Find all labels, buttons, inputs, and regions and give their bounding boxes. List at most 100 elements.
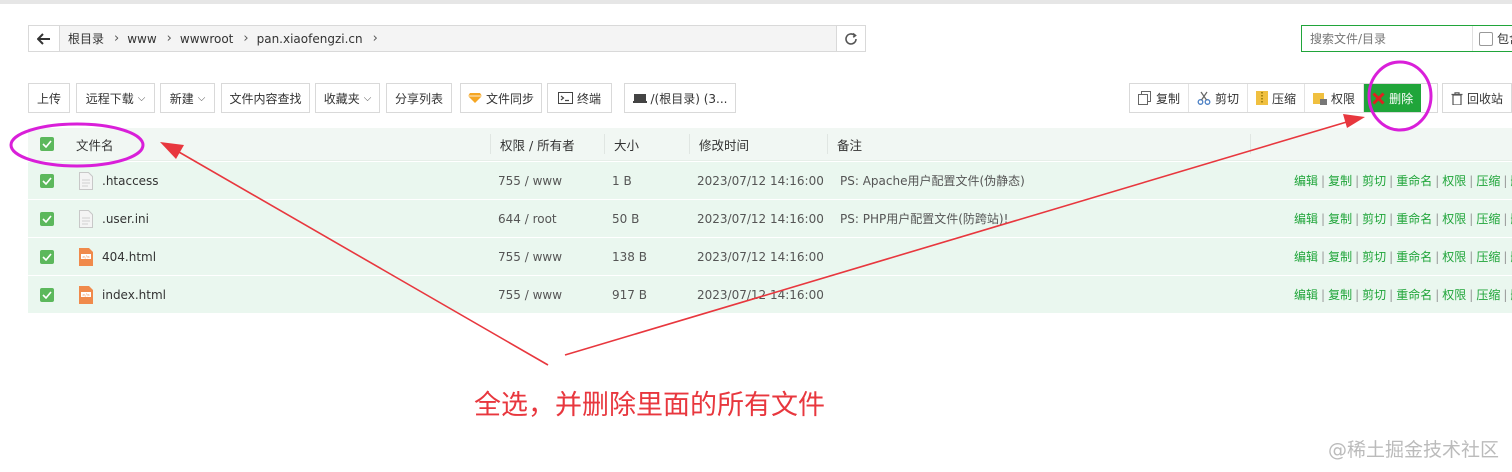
file-note[interactable]: PS: PHP用户配置文件(防跨站)!	[840, 200, 1008, 237]
table-row[interactable]: </> index.html 755 / www 917 B 2023/07/12 14…	[28, 276, 1512, 314]
row-op-link[interactable]: 编辑	[1294, 286, 1318, 303]
recycle-bin-button[interactable]: 回收站	[1442, 83, 1512, 113]
row-op-link[interactable]: 剪切	[1362, 286, 1386, 303]
row-op-link[interactable]: 复制	[1328, 286, 1352, 303]
row-op-link[interactable]: 压缩	[1476, 210, 1500, 227]
check-icon	[40, 211, 54, 226]
favorites-button[interactable]: 收藏夹 ⌵	[315, 83, 380, 113]
file-permission[interactable]: 755 / www	[498, 238, 562, 275]
svg-text:</>: </>	[82, 292, 90, 297]
disk-select-button[interactable]: /(根目录) (3...	[624, 83, 736, 113]
table-row[interactable]: .htaccess 755 / www 1 B 2023/07/12 14:16:00…	[28, 162, 1512, 200]
file-permission[interactable]: 755 / www	[498, 162, 562, 199]
annotation-text: 全选，并删除里面的所有文件	[474, 390, 825, 421]
file-name[interactable]: index.html	[102, 276, 166, 313]
header-mtime[interactable]: 修改时间	[699, 128, 749, 160]
refresh-button[interactable]	[836, 26, 865, 51]
batch-delete-button[interactable]: 删除	[1364, 84, 1422, 112]
table-row[interactable]: .user.ini 644 / root 50 B 2023/07/12 14:16:…	[28, 200, 1512, 238]
row-checkbox[interactable]	[40, 276, 54, 313]
row-op-link[interactable]: 重命名	[1396, 248, 1432, 265]
share-list-button[interactable]: 分享列表	[386, 83, 452, 113]
row-op-link[interactable]: 权限	[1442, 248, 1466, 265]
column-divider	[490, 134, 491, 154]
select-all-checkbox[interactable]	[40, 128, 54, 160]
header-size[interactable]: 大小	[614, 128, 639, 160]
file-permission[interactable]: 755 / www	[498, 276, 562, 313]
text-file-icon	[79, 162, 93, 199]
row-op-link[interactable]: 编辑	[1294, 172, 1318, 189]
batch-copy-button[interactable]: 复制	[1130, 84, 1190, 112]
row-op-link[interactable]: 权限	[1442, 210, 1466, 227]
row-operations: 编辑|复制|剪切|重命名|权限|压缩|删	[1294, 162, 1512, 199]
watermark: @稀土掘金技术社区	[1328, 439, 1500, 461]
upload-button[interactable]: 上传	[28, 83, 70, 113]
chevron-down-icon: ⌵	[137, 92, 146, 104]
row-op-link[interactable]: 剪切	[1362, 210, 1386, 227]
search-input[interactable]	[1302, 25, 1472, 52]
row-op-link[interactable]: 压缩	[1476, 172, 1500, 189]
row-checkbox[interactable]	[40, 238, 54, 275]
batch-permission-button[interactable]: 权限	[1305, 84, 1365, 112]
header-permission[interactable]: 权限 / 所有者	[500, 128, 575, 160]
svg-text:</>: </>	[82, 254, 90, 259]
include-subdir-option[interactable]: 包含	[1472, 26, 1512, 51]
row-op-link[interactable]: 重命名	[1396, 210, 1432, 227]
path-input-area[interactable]	[378, 26, 836, 51]
column-divider	[689, 134, 690, 154]
row-op-link[interactable]: 编辑	[1294, 210, 1318, 227]
file-permission[interactable]: 644 / root	[498, 200, 557, 237]
file-name[interactable]: .htaccess	[102, 162, 159, 199]
op-separator: |	[1389, 249, 1394, 264]
row-op-link[interactable]: 压缩	[1476, 286, 1500, 303]
arrow-left-icon	[37, 32, 50, 45]
terminal-button[interactable]: 终端	[547, 83, 612, 113]
row-op-link[interactable]: 复制	[1328, 210, 1352, 227]
back-button[interactable]	[29, 26, 60, 51]
row-checkbox[interactable]	[40, 162, 54, 199]
header-filename[interactable]: 文件名	[76, 128, 114, 160]
op-separator: |	[1389, 287, 1394, 302]
file-note[interactable]: PS: Apache用户配置文件(伪静态)	[840, 162, 1025, 199]
file-table-header: 文件名 权限 / 所有者 大小 修改时间 备注	[28, 128, 1512, 161]
remote-download-button[interactable]: 远程下载 ⌵	[76, 83, 155, 113]
op-separator: |	[1469, 173, 1474, 188]
batch-compress-button[interactable]: 压缩	[1248, 84, 1306, 112]
table-row[interactable]: </> 404.html 755 / www 138 B 2023/07/12 14:1…	[28, 238, 1512, 276]
row-op-link[interactable]: 复制	[1328, 172, 1352, 189]
breadcrumb-item-root[interactable]: 根目录 ›	[60, 30, 119, 47]
op-separator: |	[1321, 287, 1326, 302]
content-search-button[interactable]: 文件内容查找	[221, 83, 310, 113]
row-op-link[interactable]: 剪切	[1362, 248, 1386, 265]
breadcrumb-item-site[interactable]: pan.xiaofengzi.cn ›	[249, 31, 378, 46]
include-checkbox[interactable]	[1479, 31, 1493, 46]
row-op-link[interactable]: 权限	[1442, 286, 1466, 303]
op-separator: |	[1503, 173, 1508, 188]
file-size: 138 B	[612, 249, 647, 264]
file-mtime: 2023/07/12 14:16:00	[697, 173, 824, 188]
file-sync-button[interactable]: 文件同步	[460, 83, 542, 113]
row-op-link[interactable]: 剪切	[1362, 172, 1386, 189]
search-box: 包含	[1301, 25, 1512, 52]
batch-cut-button[interactable]: 剪切	[1189, 84, 1249, 112]
row-operations: 编辑|复制|剪切|重命名|权限|压缩|删	[1294, 238, 1512, 275]
row-op-link[interactable]: 权限	[1442, 172, 1466, 189]
chevron-down-icon: ⌵	[363, 92, 372, 104]
op-separator: |	[1435, 249, 1440, 264]
row-checkbox[interactable]	[40, 200, 54, 237]
row-op-link[interactable]: 重命名	[1396, 286, 1432, 303]
check-icon	[40, 173, 54, 188]
op-separator: |	[1321, 173, 1326, 188]
row-op-link[interactable]: 重命名	[1396, 172, 1432, 189]
file-name[interactable]: .user.ini	[102, 200, 149, 237]
breadcrumb-item-www[interactable]: www ›	[119, 31, 172, 46]
new-button[interactable]: 新建 ⌵	[160, 83, 215, 113]
op-separator: |	[1355, 211, 1360, 226]
file-name[interactable]: 404.html	[102, 238, 156, 275]
breadcrumb-item-wwwroot[interactable]: wwwroot ›	[172, 31, 249, 46]
row-op-link[interactable]: 压缩	[1476, 248, 1500, 265]
row-op-link[interactable]: 复制	[1328, 248, 1352, 265]
op-separator: |	[1503, 211, 1508, 226]
terminal-icon	[557, 92, 573, 104]
row-op-link[interactable]: 编辑	[1294, 248, 1318, 265]
